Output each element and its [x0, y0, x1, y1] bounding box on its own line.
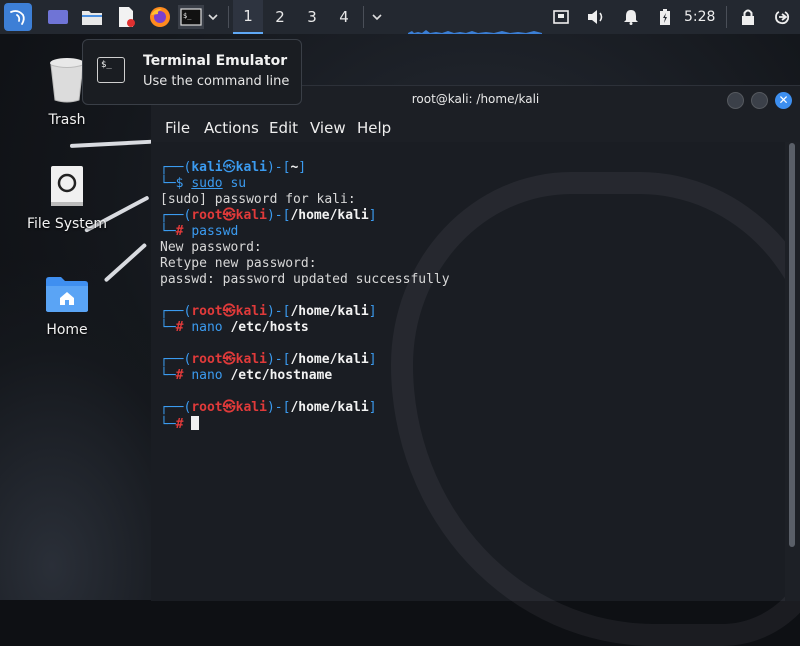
terminal-icon: $_	[180, 8, 202, 26]
tooltip-subtitle: Use the command line	[143, 74, 290, 89]
menu-edit[interactable]: Edit	[269, 119, 298, 137]
terminal-output[interactable]: ┌──(kali㉿kali)-[~] └─$ sudo su [sudo] pa…	[151, 142, 800, 646]
top-panel: $_ 1 2 3 4 5:28	[0, 0, 800, 34]
window-list-dropdown-button[interactable]	[367, 5, 387, 29]
command-line: └─# passwd	[160, 224, 239, 239]
desktop-icon-label: Home	[46, 322, 88, 338]
trash-icon	[50, 58, 84, 103]
logout-icon	[775, 11, 790, 25]
prompt-line: ┌──(root㉿kali)-[/home/kali]	[160, 352, 377, 367]
power-manager-button[interactable]	[653, 5, 677, 29]
command-line: └─$ sudo su	[160, 176, 247, 191]
battery-charging-icon	[660, 9, 670, 25]
desktop-icon-label: File System	[26, 216, 108, 232]
notifications-button[interactable]	[619, 5, 643, 29]
workspace-3[interactable]: 3	[297, 0, 327, 34]
folder-icon	[82, 11, 102, 25]
text-cursor	[191, 416, 200, 430]
kali-menu-button[interactable]	[4, 3, 32, 31]
panel-separator	[363, 6, 364, 28]
command-line: └─# nano /etc/hosts	[160, 320, 309, 335]
text-editor-icon	[119, 7, 135, 27]
workspace-1[interactable]: 1	[233, 0, 263, 34]
minimize-button[interactable]	[727, 92, 744, 109]
menu-actions[interactable]: Actions	[204, 119, 259, 137]
text-editor-launcher[interactable]	[114, 5, 138, 29]
network-wired-icon	[553, 10, 569, 24]
workspace-4[interactable]: 4	[329, 0, 359, 34]
command-line[interactable]: └─#	[160, 416, 200, 432]
scrollbar-thumb[interactable]	[789, 143, 795, 547]
logout-button[interactable]	[770, 5, 794, 29]
kali-dragon-icon	[10, 10, 25, 25]
chevron-down-icon	[208, 14, 218, 21]
launcher-tooltip: $_ Terminal Emulator Use the command lin…	[82, 39, 302, 105]
prompt-line: ┌──(kali㉿kali)-[~]	[160, 160, 307, 175]
svg-text:$_: $_	[183, 12, 192, 20]
prompt-line: ┌──(root㉿kali)-[/home/kali]	[160, 304, 377, 319]
file-manager-launcher[interactable]	[80, 5, 104, 29]
lock-icon	[742, 9, 754, 25]
desktop-icon-file-system[interactable]: File System	[12, 164, 122, 232]
panel-separator	[228, 6, 229, 28]
menu-file[interactable]: File	[165, 119, 190, 137]
kali-watermark	[391, 172, 800, 646]
terminal-scrollbar[interactable]	[785, 142, 800, 601]
maximize-button[interactable]	[751, 92, 768, 109]
cpu-graph	[408, 30, 542, 34]
output-line: New password:	[160, 240, 262, 255]
volume-icon	[588, 10, 603, 24]
desktop-icon	[48, 10, 68, 24]
network-status-button[interactable]	[549, 5, 573, 29]
drive-icon	[51, 166, 83, 206]
bell-icon	[624, 10, 638, 25]
tooltip-title: Terminal Emulator	[143, 53, 288, 69]
command-line: └─# nano /etc/hostname	[160, 368, 333, 383]
prompt-line: ┌──(root㉿kali)-[/home/kali]	[160, 208, 377, 223]
terminal-icon: $_	[97, 57, 125, 83]
desktop-icon-label: Trash	[48, 112, 86, 128]
volume-button[interactable]	[584, 5, 608, 29]
home-folder-icon	[46, 277, 88, 312]
show-desktop-button[interactable]	[46, 5, 70, 29]
clock[interactable]: 5:28	[684, 0, 715, 34]
terminal-window[interactable]: root@kali: /home/kali ✕ File Actions Edi…	[151, 85, 800, 646]
chevron-down-icon	[372, 14, 382, 21]
terminal-menubar: File Actions Edit View Help	[151, 114, 800, 142]
desktop-icon-home[interactable]: Home	[12, 274, 122, 338]
menu-help[interactable]: Help	[357, 119, 391, 137]
close-icon: ✕	[778, 93, 789, 107]
lock-screen-button[interactable]	[736, 5, 760, 29]
firefox-launcher[interactable]	[148, 5, 172, 29]
firefox-icon	[150, 7, 170, 27]
output-line: Retype new password:	[160, 256, 317, 271]
close-button[interactable]: ✕	[775, 92, 792, 109]
background-dragon-claw	[69, 139, 152, 148]
output-line: passwd: password updated successfully	[160, 272, 450, 287]
workspace-2[interactable]: 2	[265, 0, 295, 34]
prompt-line: ┌──(root㉿kali)-[/home/kali]	[160, 400, 377, 415]
terminal-launcher[interactable]: $_	[178, 5, 204, 29]
output-line: [sudo] password for kali:	[160, 192, 356, 207]
panel-separator	[726, 6, 727, 28]
menu-view[interactable]: View	[310, 119, 346, 137]
launcher-dropdown-button[interactable]	[204, 5, 222, 29]
